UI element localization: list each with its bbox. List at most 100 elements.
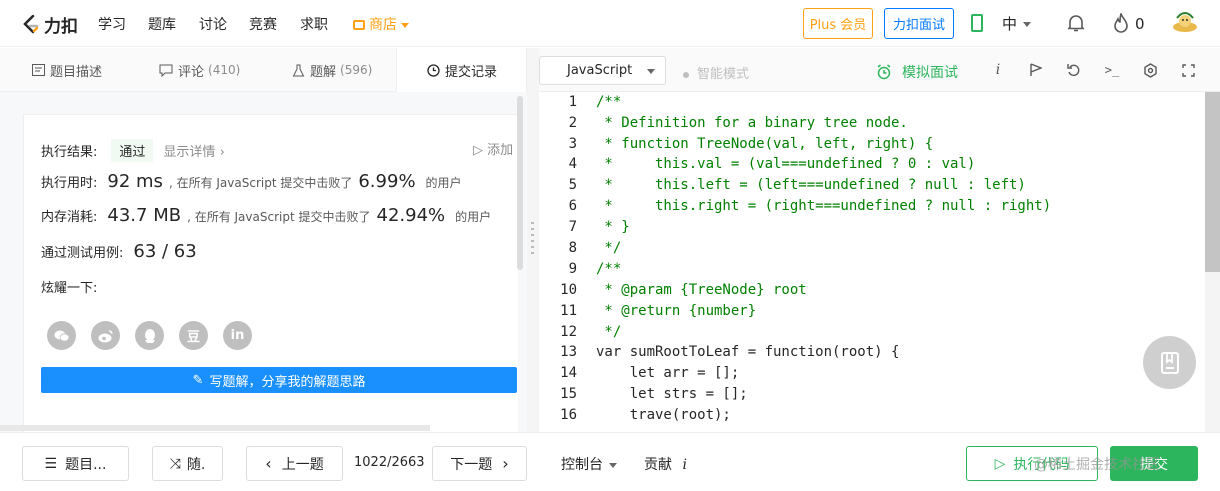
- bell-icon[interactable]: [1066, 13, 1086, 37]
- chevron-down-icon: [401, 22, 409, 28]
- memory-percent: 42.94%: [376, 205, 446, 226]
- line-number: 2: [568, 115, 577, 131]
- line-number: 4: [568, 156, 577, 172]
- nav-link-learn[interactable]: 学习: [98, 14, 126, 34]
- code-line: * this.val = (val===undefined ? 0 : val): [596, 156, 976, 172]
- submission-panel: 执行结果: 通过 显示详情 › ▷ 添加 执行用时: 92 ms , 在所有 J…: [0, 92, 527, 432]
- problem-counter: 1022/2663: [354, 455, 425, 470]
- tab-comments-count: (410): [208, 63, 241, 77]
- nav-link-contest[interactable]: 竞赛: [249, 14, 277, 34]
- drag-handle-icon[interactable]: [531, 222, 534, 258]
- top-nav: 力扣 学习 题库 讨论 竞赛 求职 商店 Plus 会员 力扣面试 中 0: [0, 0, 1220, 47]
- line-number: 3: [568, 136, 577, 152]
- notebook-button[interactable]: [1143, 336, 1196, 389]
- code-line: let strs = [];: [596, 386, 748, 402]
- clock-icon: [427, 63, 440, 77]
- language-switch[interactable]: 中: [1002, 13, 1032, 34]
- store-label: 商店: [369, 17, 397, 33]
- logo[interactable]: 力扣: [22, 12, 78, 37]
- line-number: 11: [560, 303, 577, 319]
- console-toggle[interactable]: 控制台: [561, 454, 617, 474]
- language-select[interactable]: JavaScript: [539, 56, 666, 85]
- left-scrollbar[interactable]: [517, 96, 523, 270]
- interview-button[interactable]: 力扣面试: [884, 8, 954, 39]
- tab-solutions-count: (596): [340, 63, 373, 77]
- code-line: */: [596, 324, 622, 340]
- add-note-button[interactable]: ▷ 添加: [473, 139, 513, 158]
- debug-flag-icon[interactable]: [1028, 62, 1044, 78]
- nav-link-jobs[interactable]: 求职: [300, 14, 328, 34]
- code-line: * @param {TreeNode} root: [596, 282, 807, 298]
- code-line: * @return {number}: [596, 303, 757, 319]
- chevron-down-icon: [1023, 22, 1032, 27]
- watermark: @稀土掘金技术社区: [1034, 457, 1160, 473]
- pencil-icon: ✎: [192, 372, 204, 388]
- tests-row: 通过测试用例: 63 / 63: [41, 241, 197, 262]
- code-editor[interactable]: 1 2 3 4 5 6 7 8 9 10 11 12 13 14 15 16 /…: [539, 92, 1220, 432]
- tab-description-label: 题目描述: [50, 64, 103, 80]
- runtime-label: 执行用时:: [41, 176, 98, 191]
- smart-mode-toggle[interactable]: 智能模式: [683, 63, 749, 82]
- random-problem-button[interactable]: ⤨ 随.: [152, 446, 223, 481]
- nav-link-discuss[interactable]: 讨论: [199, 14, 227, 34]
- tab-comments-label: 评论: [178, 64, 205, 80]
- tab-solutions-label: 题解: [310, 64, 337, 80]
- tab-description[interactable]: 题目描述: [32, 48, 102, 92]
- code-line: * }: [596, 219, 630, 235]
- tab-comments[interactable]: 评论 (410): [159, 48, 240, 92]
- logo-icon: [22, 14, 40, 35]
- info-icon[interactable]: i: [990, 62, 1006, 78]
- runtime-text: , 在所有 JavaScript 提交中击败了: [168, 176, 353, 190]
- code-line: * this.right = (right===undefined ? null…: [596, 198, 1052, 214]
- line-number: 1: [568, 94, 577, 110]
- line-number: 16: [560, 407, 577, 423]
- mock-interview-button[interactable]: 模拟面试: [876, 62, 958, 82]
- line-number: 13: [560, 344, 577, 360]
- next-problem-button[interactable]: 下一题 ›: [432, 446, 527, 481]
- write-solution-button[interactable]: ✎ 写题解，分享我的解题思路: [41, 367, 517, 393]
- plus-member-button[interactable]: Plus 会员: [803, 8, 873, 39]
- chevron-down-icon: [609, 462, 617, 468]
- wechat-icon[interactable]: [47, 321, 76, 350]
- flame-icon[interactable]: [1112, 11, 1130, 37]
- line-number: 7: [568, 219, 577, 235]
- line-number: 6: [568, 198, 577, 214]
- qq-icon[interactable]: [135, 321, 164, 350]
- linkedin-icon[interactable]: in: [223, 321, 252, 350]
- list-icon: ☰: [44, 455, 58, 472]
- comment-icon: [159, 64, 173, 77]
- result-row: 执行结果: 通过 显示详情 ›: [41, 139, 225, 162]
- problem-list-button[interactable]: ☰ 题目...: [22, 446, 129, 481]
- terminal-icon[interactable]: >_: [1104, 62, 1120, 78]
- chevron-left-icon: ‹: [265, 454, 272, 473]
- horizontal-scrollbar[interactable]: [0, 425, 430, 431]
- contribute-button[interactable]: 贡献 i: [644, 454, 687, 474]
- prev-problem-button[interactable]: ‹ 上一题: [246, 446, 343, 481]
- avatar[interactable]: [1172, 10, 1198, 36]
- fullscreen-icon[interactable]: [1180, 62, 1196, 78]
- settings-icon[interactable]: [1142, 62, 1158, 78]
- reset-icon[interactable]: [1066, 62, 1082, 78]
- share-row: 炫耀一下:: [41, 277, 97, 296]
- show-details-link[interactable]: 显示详情 ›: [163, 141, 224, 160]
- prev-label: 上一题: [281, 456, 324, 473]
- code-line: /**: [596, 261, 622, 277]
- memory-suffix: 的用户: [455, 210, 492, 224]
- tab-solutions[interactable]: 题解 (596): [292, 48, 372, 92]
- phone-icon[interactable]: [971, 14, 983, 32]
- nav-link-store[interactable]: 商店: [353, 14, 409, 34]
- weibo-icon[interactable]: [91, 321, 120, 350]
- tab-submissions[interactable]: 提交记录: [396, 48, 527, 92]
- nav-link-problems[interactable]: 题库: [148, 14, 176, 34]
- tests-label: 通过测试用例:: [41, 246, 124, 261]
- editor-scrollbar-thumb[interactable]: [1205, 92, 1220, 272]
- problem-list-label: 题目...: [65, 456, 107, 473]
- memory-label: 内存消耗:: [41, 210, 98, 225]
- code-line: */: [596, 240, 622, 256]
- memory-text: , 在所有 JavaScript 提交中击败了: [187, 210, 371, 224]
- code-line: /**: [596, 94, 622, 110]
- line-number: 8: [568, 240, 577, 256]
- alarm-clock-icon: [877, 64, 891, 80]
- douban-icon[interactable]: 豆: [179, 321, 208, 350]
- smart-mode-label: 智能模式: [697, 67, 750, 82]
